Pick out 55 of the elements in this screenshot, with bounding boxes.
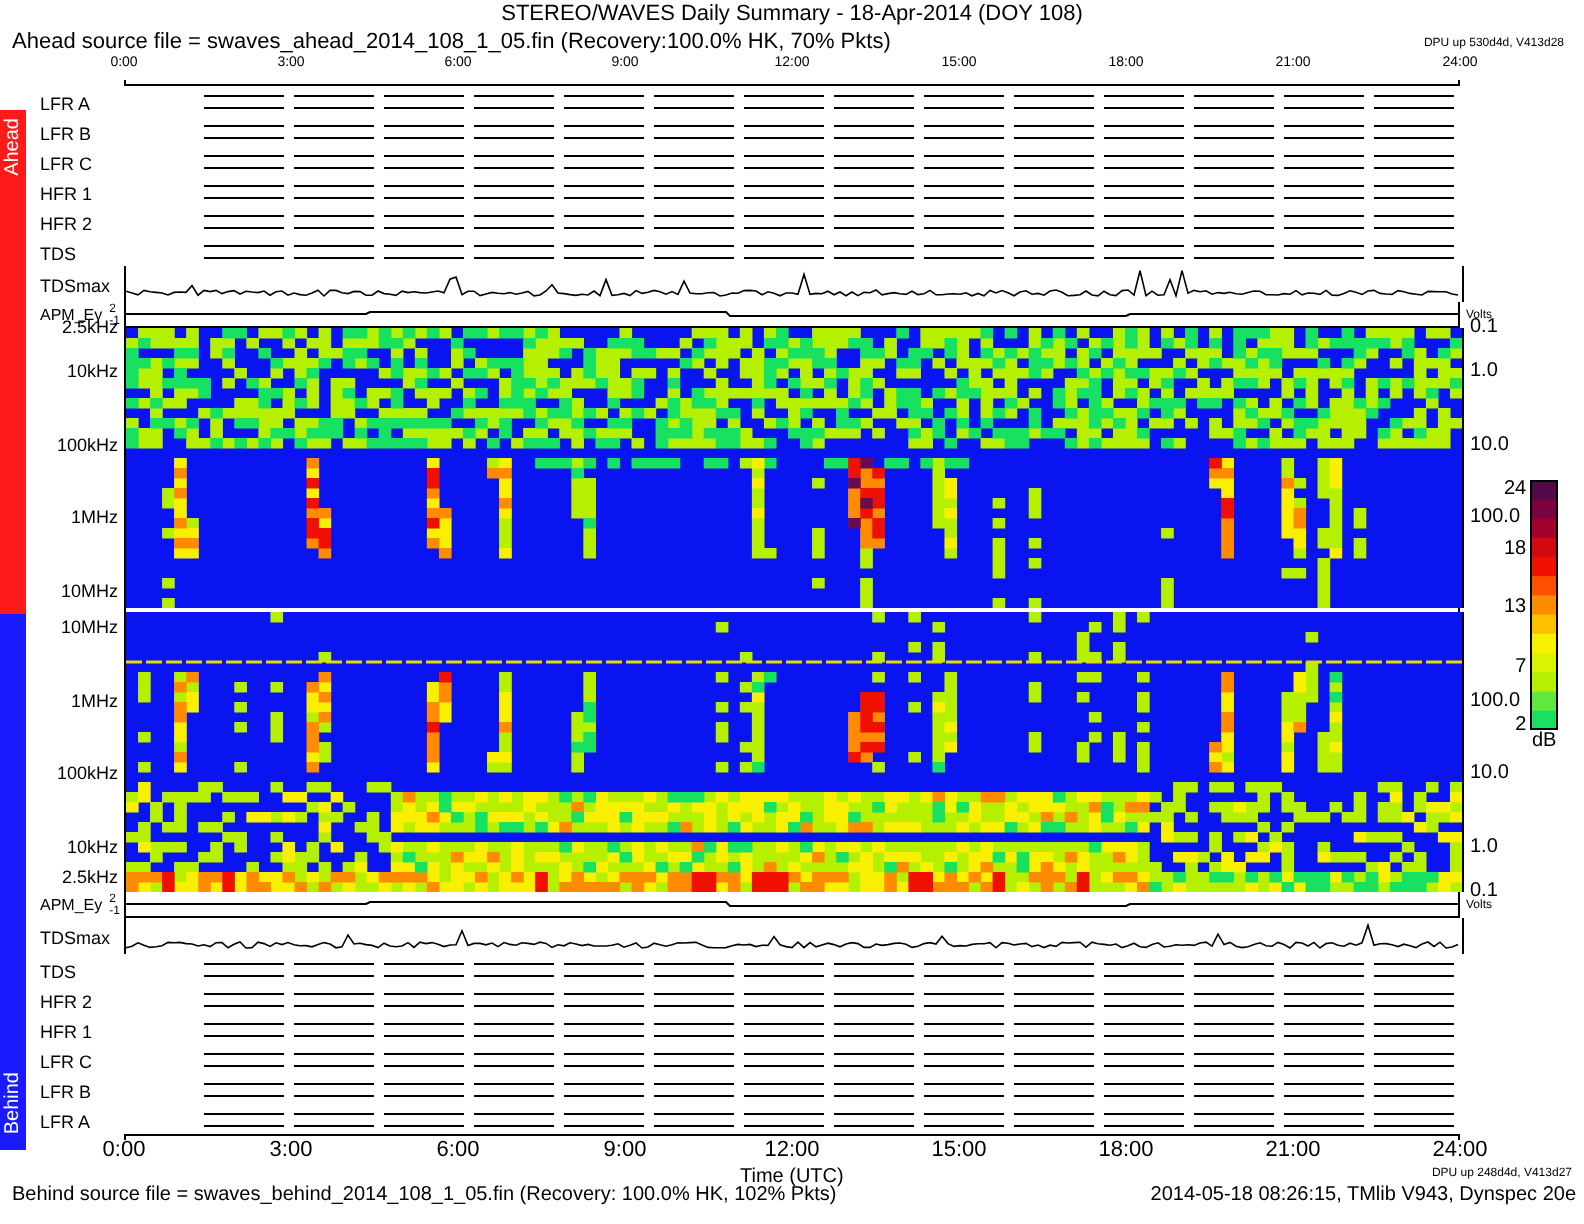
apm-label: APM_Ey (40, 897, 103, 913)
timestamp-label: 2014-05-18 08:26:15, TMlib V943, Dynspec 20e (1150, 1186, 1576, 1206)
behind-source-file: Behind source file = swaves_behind_2014_108_1_05.fin (Recovery: 100.0% HK, 102% Pkts) (12, 1186, 837, 1206)
instrument-label: TDS (40, 961, 76, 981)
colorbar-tick-label: 13 (1504, 598, 1527, 618)
colorbar-tick-label: 24 (1504, 480, 1527, 500)
ahead-source-file: Ahead source file = swaves_ahead_2014_108_1_05.fin (Recovery:100.0% HK, 70% Pkts) (12, 32, 891, 54)
right-axis-label: 100.0 (1470, 508, 1521, 529)
instrument-label: LFR C (40, 153, 93, 173)
tdsmax-label: TDSmax (40, 928, 111, 948)
time-tick-label: 0:00 (102, 1140, 146, 1162)
colorbar-tick-label: 2 (1513, 716, 1527, 736)
frequency-tick-label: 10MHz (60, 618, 118, 637)
instrument-label: TDS (40, 243, 76, 263)
frequency-tick-label: 10kHz (66, 363, 118, 382)
frequency-tick-label: 10kHz (66, 838, 118, 857)
instrument-label: HFR 2 (40, 213, 93, 233)
behind-side-label: Behind (1, 1071, 25, 1134)
frequency-tick-label: 100kHz (56, 436, 118, 455)
instrument-label: LFR B (40, 1081, 92, 1101)
right-axis-label: 10.0 (1470, 435, 1509, 456)
right-axis-label: 1.0 (1470, 362, 1498, 383)
instrument-label: HFR 2 (40, 991, 93, 1011)
frequency-tick-label: 2.5kHz (61, 869, 118, 887)
time-tick-label: 18:00 (1098, 1140, 1154, 1162)
colorbar-tick-label: 7 (1513, 657, 1527, 677)
right-axis-label: 0.1 (1470, 318, 1498, 338)
right-axis-label: 100.0 (1470, 691, 1521, 712)
time-axis-title: Time (UTC) (740, 1168, 844, 1188)
frequency-tick-label: 100kHz (56, 765, 118, 784)
instrument-label: HFR 1 (40, 183, 93, 203)
frequency-tick-label: 10MHz (60, 583, 118, 602)
colorbar-unit-label: dB (1532, 732, 1557, 752)
right-axis-label: 0.1 (1470, 882, 1498, 902)
instrument-label: LFR C (40, 1051, 93, 1071)
time-tick-label: 21:00 (1265, 1140, 1321, 1162)
time-tick-label: 24:00 (1432, 1140, 1488, 1162)
instrument-label: LFR A (40, 93, 91, 113)
time-tick-label: 12:00 (764, 1140, 820, 1162)
right-axis-label: 10.0 (1470, 764, 1509, 785)
right-axis-label: 1.0 (1470, 837, 1498, 858)
ahead-side-label: Ahead (1, 118, 25, 176)
colorbar-tick-label: 18 (1504, 539, 1527, 559)
frequency-tick-label: 1MHz (70, 509, 118, 528)
time-tick-label: 15:00 (931, 1140, 987, 1162)
time-tick-label: 3:00 (269, 1140, 313, 1162)
chart-title: STEREO/WAVES Daily Summary - 18-Apr-2014 (DOY 108) (501, 4, 1083, 26)
time-tick-label: 9:00 (603, 1140, 647, 1162)
time-tick-label: 6:00 (436, 1140, 480, 1162)
instrument-label: LFR B (40, 123, 92, 143)
frequency-tick-label: 1MHz (70, 692, 118, 711)
instrument-label: LFR A (40, 1111, 91, 1131)
tdsmax-label: TDSmax (40, 276, 111, 296)
apm-label: APM_Ey (40, 307, 103, 323)
instrument-label: HFR 1 (40, 1021, 93, 1041)
